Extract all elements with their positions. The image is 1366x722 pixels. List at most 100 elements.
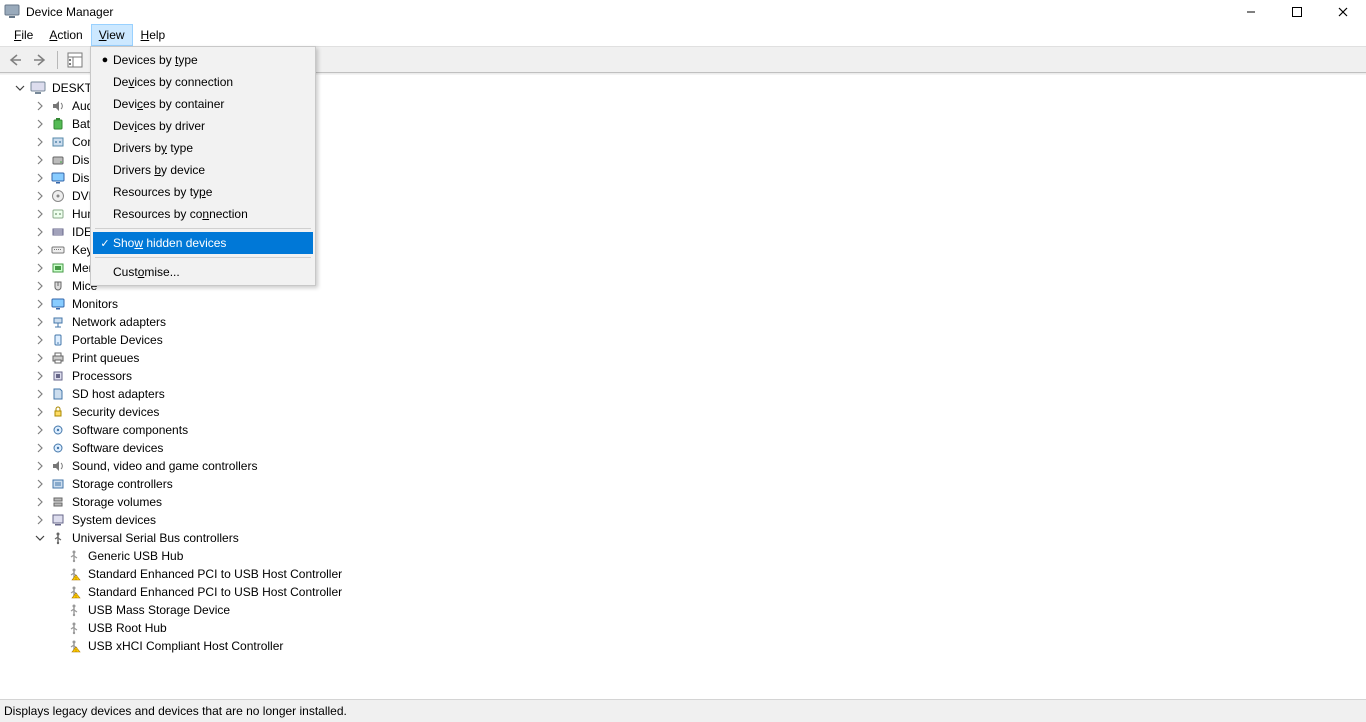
forward-button[interactable] (29, 49, 51, 71)
tree-category-usb[interactable]: Universal Serial Bus controllers (6, 529, 1360, 547)
category-icon (50, 404, 66, 420)
close-button[interactable] (1320, 0, 1366, 24)
menu-item-label: Drivers by device (113, 163, 305, 177)
tree-category[interactable]: Processors (6, 367, 1360, 385)
back-button[interactable] (4, 49, 26, 71)
category-icon (50, 440, 66, 456)
expander-icon[interactable] (34, 316, 46, 328)
tree-category[interactable]: Sound, video and game controllers (6, 457, 1360, 475)
tree-category[interactable]: SD host adapters (6, 385, 1360, 403)
tree-category[interactable]: Storage controllers (6, 475, 1360, 493)
menu-action[interactable]: Action (41, 24, 90, 46)
menu-resources-by-connection[interactable]: Resources by connection (93, 203, 313, 225)
toolbar-separator (57, 51, 58, 69)
tree-category[interactable]: Storage volumes (6, 493, 1360, 511)
menu-view[interactable]: View (91, 24, 133, 46)
tree-category[interactable]: Print queues (6, 349, 1360, 367)
title-bar: Device Manager (0, 0, 1366, 24)
expander-icon[interactable] (34, 100, 46, 112)
menu-item-label: Show hidden devices (113, 236, 305, 250)
menu-show-hidden-devices[interactable]: ✓ Show hidden devices (93, 232, 313, 254)
menu-item-label: Resources by type (113, 185, 305, 199)
expander-icon[interactable] (34, 460, 46, 472)
menu-separator (95, 228, 311, 229)
expander-icon[interactable] (34, 478, 46, 490)
usb-icon (66, 602, 82, 618)
category-icon (50, 494, 66, 510)
expander-icon[interactable] (34, 244, 46, 256)
menu-help[interactable]: Help (133, 24, 174, 46)
expander-icon[interactable] (34, 406, 46, 418)
expander-icon[interactable] (34, 496, 46, 508)
expander-icon[interactable] (34, 352, 46, 364)
expander-icon[interactable] (34, 136, 46, 148)
tree-category-label: Monitors (70, 296, 120, 312)
expander-icon[interactable] (34, 154, 46, 166)
expander-icon[interactable] (34, 298, 46, 310)
expander-icon[interactable] (34, 514, 46, 526)
tree-category[interactable]: Software devices (6, 439, 1360, 457)
expander-icon[interactable] (34, 388, 46, 400)
tree-device[interactable]: Generic USB Hub (6, 547, 1360, 565)
minimize-button[interactable] (1228, 0, 1274, 24)
menu-item-label: Resources by connection (113, 207, 305, 221)
tree-category[interactable]: Security devices (6, 403, 1360, 421)
menu-devices-by-container[interactable]: Devices by container (93, 93, 313, 115)
tree-device[interactable]: USB Mass Storage Device (6, 601, 1360, 619)
expander-icon[interactable] (14, 82, 26, 94)
category-icon (50, 296, 66, 312)
expander-icon[interactable] (34, 532, 46, 544)
tree-device[interactable]: USB xHCI Compliant Host Controller (6, 637, 1360, 655)
tree-category-label: Network adapters (70, 314, 168, 330)
category-icon (50, 134, 66, 150)
category-icon (50, 98, 66, 114)
category-icon (50, 260, 66, 276)
tree-category[interactable]: Portable Devices (6, 331, 1360, 349)
tree-category[interactable]: Monitors (6, 295, 1360, 313)
tree-device[interactable]: Standard Enhanced PCI to USB Host Contro… (6, 565, 1360, 583)
menu-devices-by-type[interactable]: ● Devices by type (93, 49, 313, 71)
show-hide-tree-button[interactable] (64, 49, 86, 71)
expander-icon[interactable] (34, 280, 46, 292)
tree-device[interactable]: Standard Enhanced PCI to USB Host Contro… (6, 583, 1360, 601)
expander-icon[interactable] (34, 226, 46, 238)
expander-icon[interactable] (34, 370, 46, 382)
menu-customise[interactable]: Customise... (93, 261, 313, 283)
usb-warning-icon (66, 638, 82, 654)
expander-icon[interactable] (34, 442, 46, 454)
usb-warning-icon (66, 566, 82, 582)
window-title: Device Manager (26, 5, 113, 19)
tree-category[interactable]: System devices (6, 511, 1360, 529)
menu-drivers-by-type[interactable]: Drivers by type (93, 137, 313, 159)
category-icon (50, 368, 66, 384)
expander-icon[interactable] (34, 190, 46, 202)
tree-device[interactable]: USB Root Hub (6, 619, 1360, 637)
tree-category[interactable]: Software components (6, 421, 1360, 439)
category-icon (50, 512, 66, 528)
menu-file[interactable]: File (6, 24, 41, 46)
checkmark-icon: ✓ (97, 237, 113, 250)
menu-drivers-by-device[interactable]: Drivers by device (93, 159, 313, 181)
window-controls (1228, 0, 1366, 24)
tree-device-label: USB xHCI Compliant Host Controller (86, 638, 285, 654)
tree-category-label: Sound, video and game controllers (70, 458, 259, 474)
menu-devices-by-driver[interactable]: Devices by driver (93, 115, 313, 137)
tree-device-label: Standard Enhanced PCI to USB Host Contro… (86, 584, 344, 600)
category-icon (50, 386, 66, 402)
expander-icon[interactable] (34, 424, 46, 436)
maximize-button[interactable] (1274, 0, 1320, 24)
menu-devices-by-connection[interactable]: Devices by connection (93, 71, 313, 93)
expander-icon[interactable] (34, 172, 46, 184)
expander-icon[interactable] (34, 334, 46, 346)
tree-category[interactable]: Network adapters (6, 313, 1360, 331)
category-icon (50, 278, 66, 294)
category-icon (50, 242, 66, 258)
menu-item-label: Devices by container (113, 97, 305, 111)
category-icon (50, 476, 66, 492)
expander-icon[interactable] (34, 118, 46, 130)
expander-icon[interactable] (34, 262, 46, 274)
expander-icon[interactable] (34, 208, 46, 220)
tree-device-label: Generic USB Hub (86, 548, 185, 564)
usb-icon (66, 620, 82, 636)
menu-resources-by-type[interactable]: Resources by type (93, 181, 313, 203)
